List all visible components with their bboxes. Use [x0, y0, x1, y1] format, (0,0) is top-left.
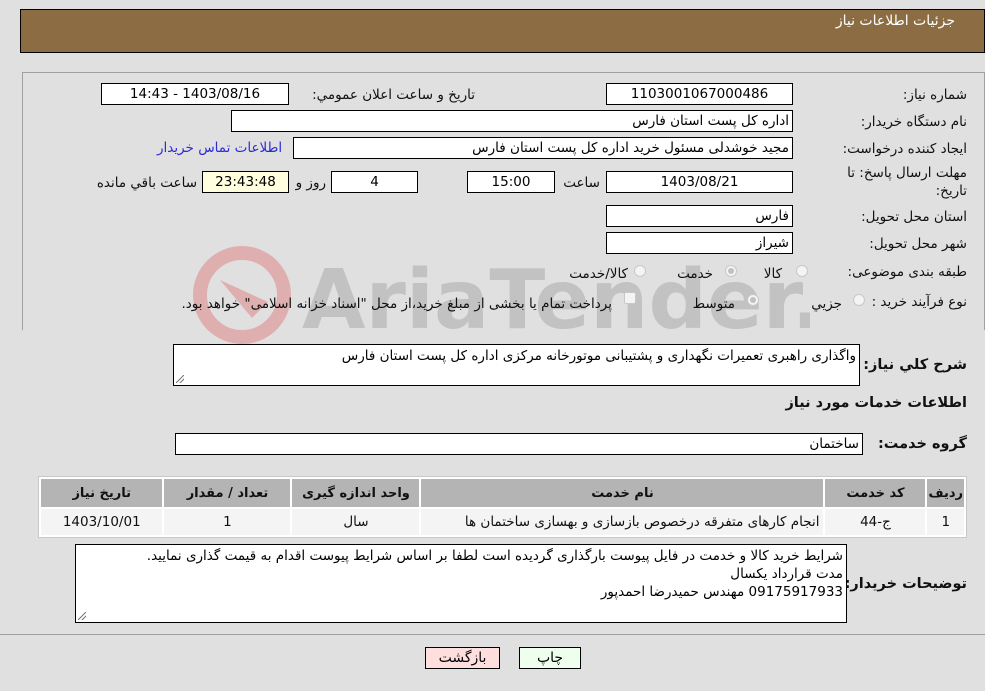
purchase-process-label: نوع فرآیند خرید : — [871, 294, 967, 310]
cell-quantity: 1 — [164, 509, 291, 535]
days-label: روز و — [295, 175, 326, 191]
services-section-title: اطلاعات خدمات مورد نیاز — [785, 395, 967, 411]
services-table: ردیف کد خدمت نام خدمت واحد اندازه گیری ت… — [38, 476, 967, 538]
category-radio-goods[interactable] — [796, 265, 808, 277]
category-radio-service[interactable] — [725, 265, 737, 277]
buyer-contact-link[interactable]: اطلاعات تماس خریدار — [157, 140, 282, 156]
process-radio-minor[interactable] — [853, 294, 865, 306]
back-button[interactable]: بازگشت — [425, 647, 500, 669]
general-description-label: شرح کلي نیاز: — [863, 357, 967, 373]
category-option-goods-service: کالا/خدمت — [569, 266, 628, 282]
buyer-org-field: اداره کل پست استان فارس — [231, 110, 793, 132]
category-option-service: خدمت — [677, 266, 713, 282]
deadline-time-field: 15:00 — [467, 171, 555, 193]
treasury-checkbox[interactable] — [624, 292, 636, 304]
buyer-notes-line: 09175917933 مهندس حمیدرضا احمدپور — [600, 584, 843, 600]
resize-grip-icon[interactable] — [78, 612, 86, 620]
deadline-date-field: 1403/08/21 — [606, 171, 793, 193]
deadline-label-line1: مهلت ارسال پاسخ: تا — [847, 165, 967, 181]
buyer-notes-line: شرایط خرید کالا و خدمت در فایل پیوست بار… — [146, 548, 843, 564]
col-header-service-code: کد خدمت — [825, 479, 926, 507]
services-table-header-row: ردیف کد خدمت نام خدمت واحد اندازه گیری ت… — [41, 479, 964, 507]
resize-grip-icon[interactable] — [176, 375, 184, 383]
category-option-goods: کالا — [763, 266, 782, 282]
buyer-notes-line: مدت قرارداد یکسال — [730, 566, 843, 582]
deadline-label-line2: تاریخ: — [935, 183, 967, 199]
table-row: 1 ج-44 انجام کارهای متفرقه درخصوص بازساز… — [41, 509, 964, 535]
general-description-text: واگذاری راهبری تعمیرات نگهداری و پشتیبان… — [341, 348, 856, 364]
print-button[interactable]: چاپ — [519, 647, 581, 669]
cell-need-date: 1403/10/01 — [41, 509, 163, 535]
process-option-medium: متوسط — [692, 296, 735, 312]
col-header-row-number: ردیف — [927, 479, 964, 507]
col-header-need-date: تاریخ نیاز — [41, 479, 163, 507]
category-label: طبقه بندی موضوعی: — [847, 264, 967, 280]
remaining-days-field: 4 — [331, 171, 418, 193]
cell-service-code: ج-44 — [825, 509, 926, 535]
need-number-field: 1103001067000486 — [606, 83, 793, 105]
treasury-note: پرداخت تمام یا بخشی از مبلغ خرید،از محل … — [181, 296, 612, 312]
col-header-service-name: نام خدمت — [421, 479, 824, 507]
process-option-minor: جزيي — [811, 296, 842, 312]
delivery-city-field: شیراز — [606, 232, 793, 254]
cell-unit: سال — [292, 509, 420, 535]
category-radio-goods-service[interactable] — [634, 265, 646, 277]
divider — [0, 634, 985, 635]
page-title: جزئیات اطلاعات نیاز — [835, 13, 955, 29]
deadline-time-label: ساعت — [563, 175, 600, 191]
delivery-city-label: شهر محل تحویل: — [869, 236, 967, 252]
cell-row-number: 1 — [927, 509, 964, 535]
remaining-time-field: 23:43:48 — [202, 171, 289, 193]
requester-field: مجید خوشدلی مسئول خرید اداره کل پست استا… — [293, 137, 793, 159]
col-header-quantity: تعداد / مقدار — [164, 479, 291, 507]
delivery-province-field: فارس — [606, 205, 793, 227]
remaining-time-label: ساعت باقي مانده — [96, 175, 197, 191]
service-group-label: گروه خدمت: — [877, 436, 967, 452]
buyer-org-label: نام دستگاه خریدار: — [860, 114, 967, 130]
general-description-textarea[interactable]: واگذاری راهبری تعمیرات نگهداری و پشتیبان… — [173, 344, 860, 386]
cell-service-name: انجام کارهای متفرقه درخصوص بازسازی و بهس… — [421, 509, 824, 535]
delivery-province-label: استان محل تحویل: — [861, 209, 967, 225]
announce-datetime-field: 1403/08/16 - 14:43 — [101, 83, 289, 105]
buyer-notes-textarea[interactable]: شرایط خرید کالا و خدمت در فایل پیوست بار… — [75, 544, 847, 623]
requester-label: ایجاد کننده درخواست: — [842, 141, 967, 157]
col-header-unit: واحد اندازه گیری — [292, 479, 420, 507]
announce-datetime-label: تاریخ و ساعت اعلان عمومي: — [312, 87, 475, 103]
buyer-notes-label: توضیحات خریدار: — [844, 576, 967, 592]
need-number-label: شماره نیاز: — [902, 87, 967, 103]
process-radio-medium[interactable] — [747, 294, 759, 306]
service-group-field: ساختمان — [175, 433, 863, 455]
